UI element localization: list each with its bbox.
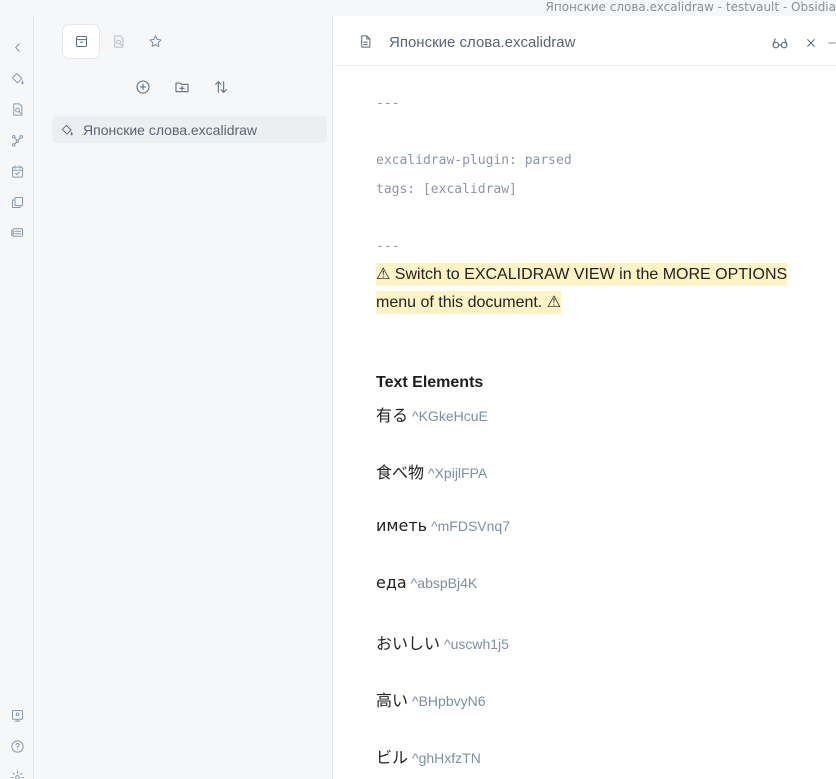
sort-arrows-icon [215,81,227,93]
warning-callout: ⚠ Switch to EXCALIDRAW VIEW in the MORE … [376,261,806,317]
block-ref[interactable]: ^BHpbvyN6 [412,693,486,709]
window-title: Японские слова.excalidraw - testvault - … [545,0,836,14]
block-ref[interactable]: ^abspBj4K [411,575,478,591]
tab-search[interactable] [100,25,136,58]
element-text: 有る [376,406,409,425]
element-text: ビル [376,748,409,767]
sidebar-tab-bar [34,16,332,66]
text-element: おいしい ^uscwh1j5 [376,630,509,654]
left-ribbon [0,16,34,779]
text-element: 食べ物 ^XpijlFPA [376,459,487,483]
paint-bucket-icon[interactable] [8,69,26,87]
element-text: 食べ物 [376,463,425,482]
file-name: Японские слова.excalidraw [83,121,258,138]
help-icon[interactable] [8,737,26,755]
copy-files-icon[interactable] [8,193,26,211]
document-icon [358,34,374,50]
element-text: иметь [376,516,428,535]
block-ref[interactable]: ^mFDSVnq7 [431,518,510,534]
block-ref[interactable]: ^ghHxfzTN [412,750,481,766]
text-element: 高い ^BHpbvyN6 [376,687,486,711]
window-titlebar: Японские слова.excalidraw - testvault - … [0,0,836,16]
paint-bucket-icon [61,124,73,135]
calendar-check-icon[interactable] [8,162,26,180]
block-ref[interactable]: ^XpijlFPA [428,465,487,481]
editor-pane: Японские слова.excalidraw --- excalidraw… [333,16,836,779]
warning-line: menu of this document. ⚠ [376,291,562,314]
plus-circle-icon [136,80,150,94]
sort-button[interactable] [210,76,232,98]
editor-header: Японские слова.excalidraw [333,16,836,66]
file-list-item[interactable]: Японские слова.excalidraw [52,116,327,143]
text-element: 有る ^KGkeHcuE [376,402,488,426]
frontmatter-delimiter: --- [376,96,400,111]
star-icon [149,35,161,47]
text-element: еда ^abspBj4K [376,573,477,592]
close-tab-button[interactable] [801,33,821,53]
frontmatter-line: excalidraw-plugin: parsed [376,153,572,168]
reading-view-button[interactable] [770,33,790,53]
element-text: еда [376,573,407,592]
folder-plus-icon [175,82,189,93]
section-heading: Text Elements [376,374,484,391]
vault-icon[interactable] [8,706,26,724]
tab-bookmarks[interactable] [137,25,173,58]
tab-files[interactable] [63,25,99,58]
new-note-button[interactable] [132,76,154,98]
frontmatter-line: tags: [excalidraw] [376,182,517,197]
more-options-button[interactable] [827,33,836,53]
new-folder-button[interactable] [171,76,193,98]
editor-title[interactable]: Японские слова.excalidraw [389,34,575,51]
block-ref[interactable]: ^KGkeHcuE [412,408,488,424]
slides-icon[interactable] [8,223,26,241]
element-text: おいしい [376,634,441,653]
element-text: 高い [376,691,409,710]
more-options-icon [828,42,836,44]
file-explorer-actions [34,76,332,100]
settings-icon[interactable] [8,768,26,779]
text-element: иметь ^mFDSVnq7 [376,516,510,535]
file-explorer-sidebar: Японские слова.excalidraw [34,16,333,779]
folder-icon [75,36,87,47]
file-search-icon [113,35,123,48]
file-search-icon[interactable] [8,100,26,118]
close-icon [807,39,815,47]
block-ref[interactable]: ^uscwh1j5 [444,636,509,652]
graph-icon[interactable] [8,131,26,149]
warning-line: ⚠ Switch to EXCALIDRAW VIEW in the MORE … [376,263,788,286]
collapse-left-icon[interactable] [8,38,26,56]
text-element: ビル ^ghHxfzTN [376,744,481,768]
frontmatter-delimiter: --- [376,239,400,254]
glasses-icon [772,38,788,49]
